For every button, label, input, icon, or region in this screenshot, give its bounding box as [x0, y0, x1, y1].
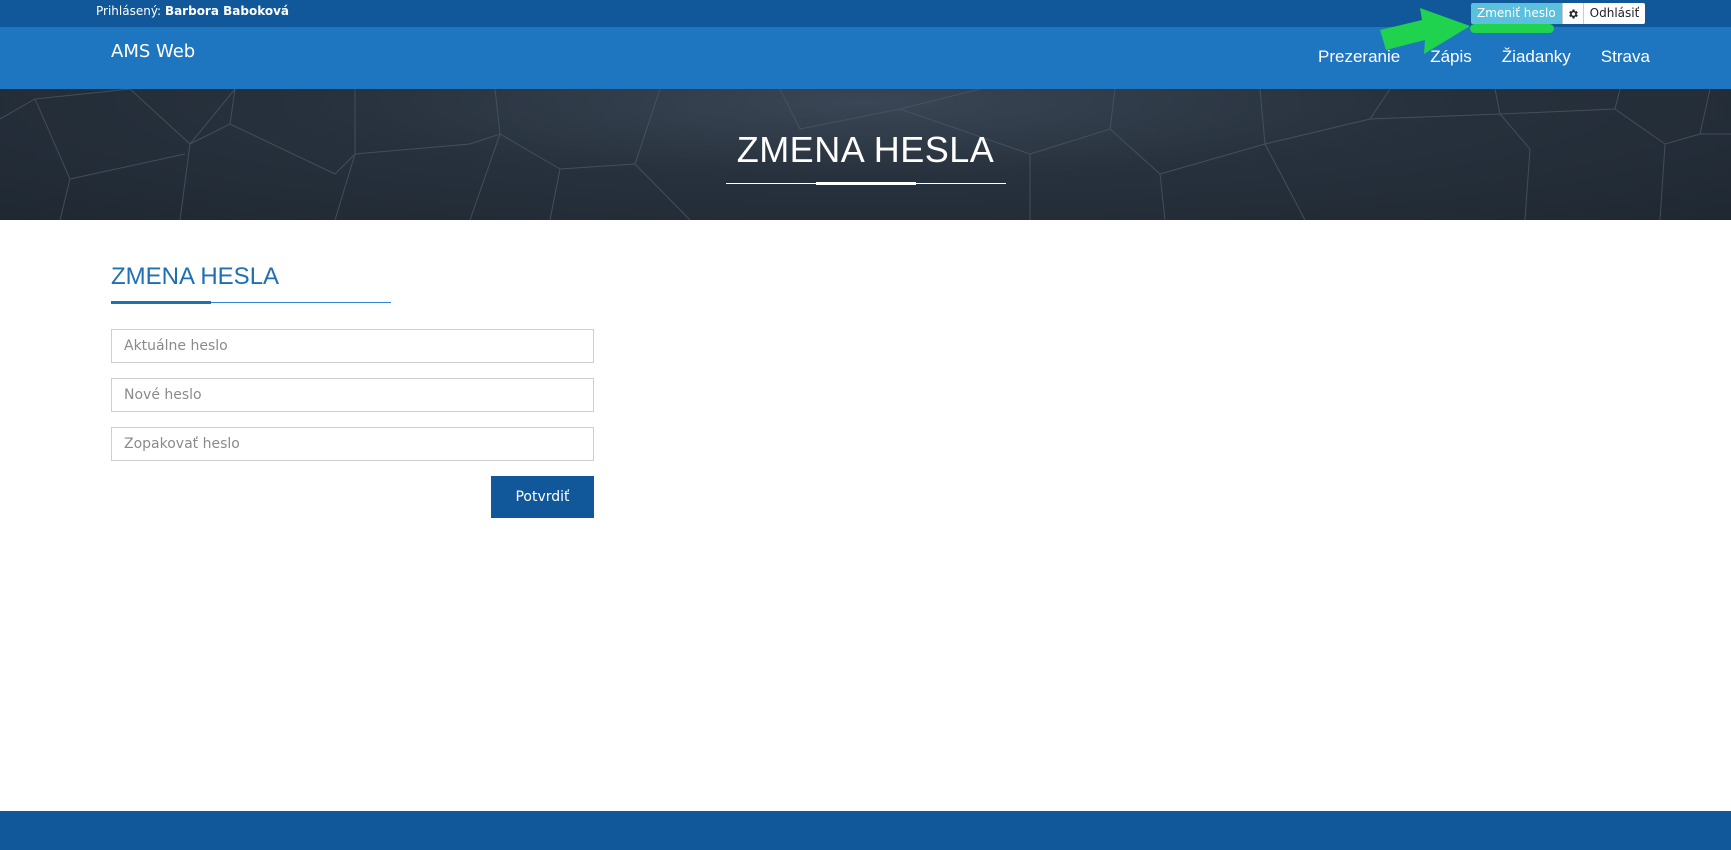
main-navbar: AMS Web Prezeranie Zápis Žiadanky Strava	[0, 27, 1731, 89]
nav-item-strava[interactable]: Strava	[1601, 47, 1650, 67]
nav-item-ziadanky[interactable]: Žiadanky	[1502, 47, 1571, 67]
user-name: Barbora Baboková	[164, 4, 290, 18]
form-title: ZMENA HESLA	[111, 263, 280, 290]
form-title-divider-accent	[111, 301, 211, 304]
annotation-highlight	[1470, 24, 1554, 33]
repeat-password-input[interactable]	[111, 427, 594, 461]
new-password-input[interactable]	[111, 378, 594, 412]
logged-in-info: Prihlásený: Barbora Baboková	[96, 4, 289, 18]
confirm-button[interactable]: Potvrdiť	[491, 476, 594, 518]
current-password-input[interactable]	[111, 329, 594, 363]
logged-in-label: Prihlásený:	[96, 4, 162, 18]
banner-title: ZMENA HESLA	[736, 129, 995, 170]
logout-button[interactable]: Odhlásiť	[1582, 3, 1646, 24]
change-password-button[interactable]: Zmeniť heslo	[1471, 3, 1562, 24]
nav-menu: Prezeranie Zápis Žiadanky Strava	[1318, 47, 1680, 67]
gear-icon	[1568, 9, 1578, 18]
top-bar: Prihlásený: Barbora Baboková Zmeniť hesl…	[0, 0, 1731, 27]
banner-divider-accent	[816, 182, 916, 185]
page-footer	[0, 811, 1731, 850]
account-actions: Zmeniť heslo Odhlásiť	[1471, 3, 1646, 24]
settings-button[interactable]	[1561, 3, 1583, 24]
annotation-arrow-icon	[1380, 8, 1470, 54]
brand-logo[interactable]: AMS Web	[111, 41, 195, 62]
page-banner: ZMENA HESLA	[0, 89, 1731, 220]
